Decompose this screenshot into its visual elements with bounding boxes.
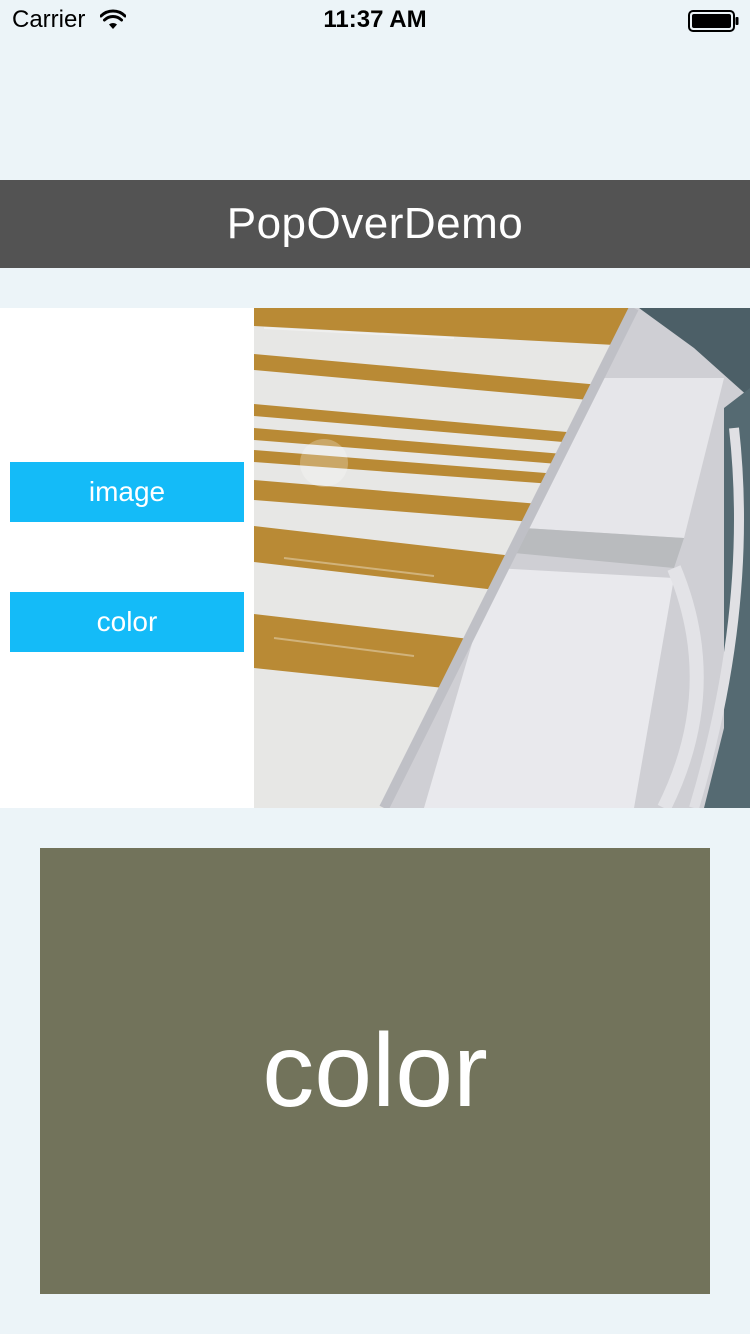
color-preview-box: color [40, 848, 710, 1294]
image-button[interactable]: image [10, 462, 244, 522]
color-button[interactable]: color [10, 592, 244, 652]
bench-photo [254, 308, 750, 808]
status-time: 11:37 AM [323, 6, 427, 33]
button-panel: image color [0, 308, 254, 808]
color-button-label: color [96, 606, 158, 637]
battery-icon [688, 10, 739, 32]
title-bar: PopOverDemo [0, 180, 750, 268]
photo-image [254, 308, 750, 808]
image-button-label: image [88, 476, 166, 507]
page-title: PopOverDemo [226, 199, 524, 248]
color-preview-label: color [262, 1013, 488, 1129]
status-bar: Carrier 11:37 AM [0, 0, 750, 40]
